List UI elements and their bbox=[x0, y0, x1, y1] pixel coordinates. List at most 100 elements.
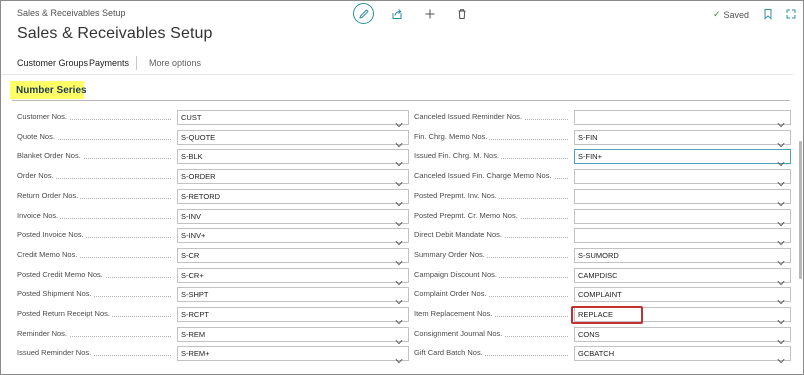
chevron-down-icon[interactable] bbox=[395, 253, 403, 266]
bookmark-icon[interactable] bbox=[758, 4, 777, 23]
chevron-down-icon[interactable] bbox=[395, 292, 403, 305]
chevron-down-icon[interactable] bbox=[395, 312, 403, 325]
field-row: Complaint Order Nos. COMPLAINT bbox=[414, 287, 791, 305]
chevron-down-icon[interactable] bbox=[777, 214, 785, 226]
field-label: Posted Credit Memo Nos. bbox=[17, 269, 105, 279]
chevron-down-icon[interactable] bbox=[395, 135, 403, 147]
field-label: Reminder Nos. bbox=[17, 328, 70, 338]
number-series-select[interactable]: S-REM+ bbox=[177, 346, 409, 364]
share-icon[interactable] bbox=[387, 4, 406, 23]
trash-icon[interactable] bbox=[452, 4, 471, 23]
number-series-select[interactable] bbox=[574, 169, 791, 187]
field-row: Posted Prepmt. Cr. Memo Nos. bbox=[414, 208, 791, 226]
field-label: Complaint Order Nos. bbox=[414, 289, 489, 299]
number-series-select[interactable] bbox=[574, 110, 791, 128]
field-row: Blanket Order Nos. S-BLK bbox=[17, 149, 409, 167]
number-series-select[interactable]: GCBATCH bbox=[574, 346, 791, 364]
check-icon: ✓ bbox=[713, 9, 721, 19]
number-series-select[interactable]: S-CR bbox=[177, 247, 409, 266]
chevron-down-icon[interactable] bbox=[395, 194, 403, 207]
field-row: Invoice Nos. S-INV bbox=[17, 208, 409, 226]
number-series-select[interactable]: S-RETORD bbox=[177, 188, 409, 207]
chevron-down-icon[interactable] bbox=[395, 351, 403, 364]
chevron-down-icon[interactable] bbox=[777, 312, 785, 325]
field-value: S-INV bbox=[181, 211, 202, 221]
saved-indicator: ✓ Saved bbox=[713, 9, 749, 20]
number-series-select[interactable]: COMPLAINT bbox=[574, 287, 791, 305]
chevron-down-icon[interactable] bbox=[395, 273, 403, 285]
number-series-select[interactable] bbox=[574, 208, 791, 226]
field-value: S-SHPT bbox=[181, 290, 209, 300]
chevron-down-icon[interactable] bbox=[777, 273, 785, 285]
field-label: Customer Nos. bbox=[17, 112, 70, 121]
number-series-select[interactable] bbox=[574, 228, 791, 246]
field-label: Blanket Order Nos. bbox=[17, 151, 83, 161]
field-row: Posted Return Receipt Nos. S-RCPT bbox=[17, 307, 409, 325]
chevron-down-icon[interactable] bbox=[395, 332, 403, 344]
chevron-down-icon[interactable] bbox=[777, 351, 785, 364]
number-series-select[interactable]: S-SUMORD bbox=[574, 247, 791, 266]
field-label: Posted Return Receipt Nos. bbox=[17, 309, 112, 318]
number-series-select[interactable]: S-SHPT bbox=[177, 287, 409, 305]
chevron-down-icon[interactable] bbox=[395, 233, 403, 246]
number-series-select[interactable]: S-REM bbox=[177, 326, 409, 344]
chevron-down-icon[interactable] bbox=[777, 154, 785, 167]
chevron-down-icon[interactable] bbox=[777, 292, 785, 305]
field-row: Quote Nos. S-QUOTE bbox=[17, 129, 409, 147]
top-bar: Sales & Receivables Setup ✓ Saved bbox=[1, 1, 803, 25]
section-title[interactable]: Number Series bbox=[16, 85, 87, 96]
field-label: Order Nos. bbox=[17, 171, 56, 181]
number-series-select[interactable]: S-ORDER bbox=[177, 169, 409, 187]
chevron-down-icon[interactable] bbox=[777, 332, 785, 344]
pencil-icon[interactable] bbox=[353, 3, 374, 24]
chevron-down-icon[interactable] bbox=[395, 115, 403, 128]
chevron-down-icon[interactable] bbox=[777, 194, 785, 207]
field-label: Canceled Issued Fin. Charge Memo Nos. bbox=[414, 171, 554, 181]
number-series-select[interactable]: S-BLK bbox=[177, 149, 409, 167]
chevron-down-icon[interactable] bbox=[777, 253, 785, 266]
chevron-down-icon[interactable] bbox=[395, 174, 403, 187]
field-value: S-RETORD bbox=[181, 191, 221, 201]
chevron-down-icon[interactable] bbox=[777, 233, 785, 246]
number-series-select[interactable]: CAMPDISC bbox=[574, 267, 791, 285]
number-series-select[interactable]: CONS bbox=[574, 326, 791, 344]
action-bar: Customer Groups Payments More options bbox=[1, 51, 803, 75]
more-options-action[interactable]: More options bbox=[149, 58, 201, 68]
number-series-select[interactable]: S-FIN bbox=[574, 129, 791, 147]
plus-icon[interactable] bbox=[420, 4, 439, 23]
number-series-select[interactable]: S-INV+ bbox=[177, 228, 409, 246]
chevron-down-icon[interactable] bbox=[777, 115, 785, 128]
field-value: S-SUMORD bbox=[578, 250, 619, 260]
field-row: Customer Nos. CUST bbox=[17, 110, 409, 128]
action-bar-divider bbox=[1, 74, 793, 75]
field-label: Return Order Nos. bbox=[17, 190, 81, 200]
field-row: Issued Fin. Chrg. M. Nos. S-FIN+ bbox=[414, 149, 791, 167]
field-row: Return Order Nos. S-RETORD bbox=[17, 188, 409, 207]
field-label: Gift Card Batch Nos. bbox=[414, 348, 485, 358]
number-series-select[interactable]: S-QUOTE bbox=[177, 129, 409, 147]
number-series-select[interactable]: S-CR+ bbox=[177, 267, 409, 285]
chevron-down-icon[interactable] bbox=[395, 154, 403, 167]
field-row: Gift Card Batch Nos. GCBATCH bbox=[414, 346, 791, 364]
field-label: Campaign Discount Nos. bbox=[414, 269, 499, 279]
payments-action[interactable]: Payments bbox=[89, 58, 129, 68]
number-series-select[interactable]: S-RCPT bbox=[177, 307, 409, 325]
chevron-down-icon[interactable] bbox=[395, 214, 403, 226]
field-label: Canceled Issued Reminder Nos. bbox=[414, 112, 524, 121]
breadcrumb[interactable]: Sales & Receivables Setup bbox=[17, 8, 126, 18]
field-value: S-CR bbox=[181, 250, 200, 260]
field-row: Campaign Discount Nos. CAMPDISC bbox=[414, 267, 791, 285]
chevron-down-icon[interactable] bbox=[777, 135, 785, 147]
number-series-select[interactable]: S-FIN+ bbox=[574, 149, 791, 167]
customer-groups-action[interactable]: Customer Groups bbox=[17, 58, 88, 68]
field-row: Direct Debit Mandate Nos. bbox=[414, 228, 791, 246]
field-row: Reminder Nos. S-REM bbox=[17, 326, 409, 344]
number-series-select[interactable]: S-INV bbox=[177, 208, 409, 226]
expand-icon[interactable] bbox=[781, 4, 800, 23]
scrollbar-thumb[interactable] bbox=[799, 141, 802, 279]
field-row: Canceled Issued Fin. Charge Memo Nos. bbox=[414, 169, 791, 187]
chevron-down-icon[interactable] bbox=[777, 174, 785, 187]
number-series-select[interactable] bbox=[574, 188, 791, 207]
saved-label: Saved bbox=[723, 9, 750, 20]
number-series-select[interactable]: CUST bbox=[177, 110, 409, 128]
